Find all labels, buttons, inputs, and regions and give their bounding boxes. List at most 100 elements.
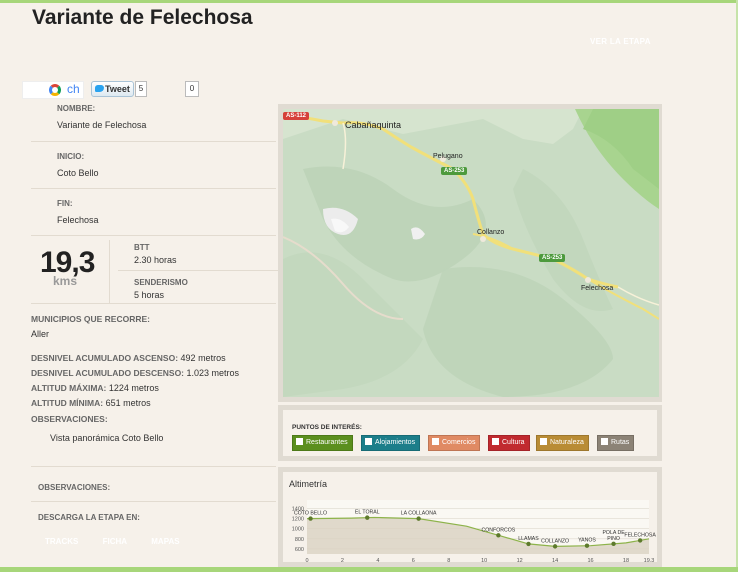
checkbox-icon [492, 437, 499, 445]
divider [31, 501, 276, 502]
download-ficha-link[interactable]: FICHA [103, 537, 127, 546]
download-links: TRACKS FICHA MAPAS [45, 537, 202, 546]
waypoint-label: LLAMAS [518, 536, 539, 542]
altimetria-title: Altimetría [289, 479, 328, 489]
twitter-bird-icon [95, 85, 104, 92]
divider [31, 235, 276, 236]
window-top-edge [0, 0, 738, 3]
x-tick-label: 19,3 [644, 558, 655, 562]
btt-time: BTT 2.30 horas [134, 243, 177, 265]
download-mapas-link[interactable]: MAPAS [151, 537, 179, 546]
observaciones-label: OBSERVACIONES: [31, 413, 108, 424]
senderismo-label: SENDERISMO [134, 278, 188, 287]
map-label-cabanaquinta: Cabañaquinta [345, 120, 402, 130]
poi-title: PUNTOS DE INTERÉS: [292, 424, 362, 431]
observaciones-section-label: OBSERVACIONES: [38, 483, 111, 492]
x-tick-label: 0 [305, 558, 308, 562]
divider [31, 466, 276, 467]
road-as253-badge: AS-253 [539, 254, 566, 262]
map-terrain [283, 109, 659, 397]
inicio-value: Coto Bello [57, 168, 99, 178]
divider [118, 270, 278, 271]
ascenso-value: 492 metros [180, 352, 226, 363]
waypoint-marker [416, 516, 421, 521]
download-tracks-link[interactable]: TRACKS [45, 537, 78, 546]
y-tick-label: 1200 [292, 517, 304, 523]
checkbox-icon [365, 437, 372, 445]
altimetria-panel: Altimetría 1400 1200 1000 800 600 0 2 4 6 8 10 12 14… [283, 472, 657, 562]
google-plus-button[interactable]: ch [22, 81, 84, 99]
poi-cultura-toggle[interactable]: Cultura [488, 435, 530, 451]
waypoint-label: PINO [607, 536, 620, 542]
poi-alojamientos-toggle[interactable]: Alojamientos [361, 435, 421, 451]
inicio-label: INICIO: [57, 152, 85, 161]
page-title: Variante de Felechosa [32, 6, 253, 29]
x-tick-label: 6 [412, 558, 415, 562]
x-tick-label: 4 [376, 558, 379, 562]
google-plus-label: ch [67, 82, 80, 96]
map-label-felechosa: Felechosa [581, 285, 614, 292]
waypoint-label: EL TORAL [355, 510, 380, 516]
poi-comercios-toggle[interactable]: Comercios [428, 435, 481, 451]
divider [31, 303, 276, 304]
waypoint-label: CONFORCOS [482, 527, 516, 533]
elevation-chart: 1400120010008006000 2 4 6 8 10 12 14 16 18 19,3COT… [292, 500, 656, 562]
waypoint-label: COTO BELLO [294, 511, 327, 517]
senderismo-value: 5 horas [134, 290, 165, 300]
x-tick-label: 8 [447, 558, 450, 562]
nombre-field: NOMBRE: Variante de Felechosa [57, 104, 146, 130]
poi-naturaleza-toggle[interactable]: Naturaleza [536, 435, 589, 451]
poi-restaurantes-toggle[interactable]: Restaurantes [292, 435, 353, 451]
altmax-value: 1224 metros [108, 383, 159, 394]
waypoint-marker [611, 541, 616, 547]
nombre-label: NOMBRE: [57, 104, 96, 113]
senderismo-time: SENDERISMO 5 horas [134, 278, 188, 300]
altmin-value: 651 metros [105, 398, 151, 409]
waypoint-marker [308, 516, 313, 521]
waypoint-label: FELECHOSA [624, 532, 656, 538]
tweet-label: Tweet [105, 84, 130, 94]
poi-chip-label: Cultura [502, 439, 525, 446]
route-map[interactable]: AS-112 Cabañaquinta Pelugano AS-253 Coll… [283, 109, 659, 397]
waypoint-label: LA COLLAONA [401, 511, 437, 517]
waypoint-marker [584, 543, 590, 548]
waypoint-marker [496, 533, 501, 538]
waypoint-label: YANOS [578, 538, 596, 544]
tweet-button[interactable]: Tweet [91, 81, 134, 97]
divider [109, 240, 110, 303]
ascenso-label: DESNIVEL ACUMULADO ASCENSO: [31, 352, 179, 363]
checkbox-icon [296, 437, 303, 445]
poi-chip-label: Alojamientos [375, 439, 416, 446]
y-tick-label: 600 [295, 547, 304, 553]
btt-value: 2.30 horas [134, 255, 177, 265]
altmax-label: ALTITUD MÁXIMA: [31, 383, 107, 394]
poi-chip-label: Naturaleza [550, 439, 584, 446]
fin-label: FIN: [57, 199, 73, 208]
observaciones-value: Vista panorámica Coto Bello [50, 433, 164, 444]
descenso-label: DESNIVEL ACUMULADO DESCENSO: [31, 367, 185, 378]
x-tick-label: 14 [552, 558, 558, 562]
poi-chip-label: Rutas [611, 439, 630, 446]
waypoint-marker [365, 515, 370, 520]
checkbox-icon [601, 437, 608, 445]
waypoint-marker [637, 538, 643, 543]
descenso-value: 1.023 metros [186, 367, 240, 378]
road-as112-badge: AS-112 [283, 112, 310, 120]
altmin-label: ALTITUD MÍNIMA: [31, 398, 104, 409]
fin-field: FIN: Felechosa [57, 199, 99, 225]
road-as253-badge: AS-253 [441, 167, 468, 175]
poi-chip-label: Comercios [442, 439, 476, 446]
x-tick-label: 10 [481, 558, 487, 562]
waypoint-marker [526, 541, 531, 547]
poi-rutas-toggle[interactable]: Rutas [597, 435, 635, 451]
x-tick-label: 16 [587, 558, 593, 562]
municipios-value: Aller [31, 329, 50, 340]
checkbox-icon [540, 437, 547, 445]
checkbox-icon [432, 437, 439, 445]
ver-etapa-link[interactable]: VER LA ETAPA [590, 37, 651, 46]
window-bottom-edge [0, 567, 738, 572]
municipios-label: MUNICIPIOS QUE RECORRE: [31, 314, 151, 324]
waypoint-marker [552, 544, 558, 549]
poi-chip-label: Restaurantes [306, 439, 348, 446]
route-details: MUNICIPIOS QUE RECORRE: Aller DESNIVEL A… [31, 312, 239, 446]
